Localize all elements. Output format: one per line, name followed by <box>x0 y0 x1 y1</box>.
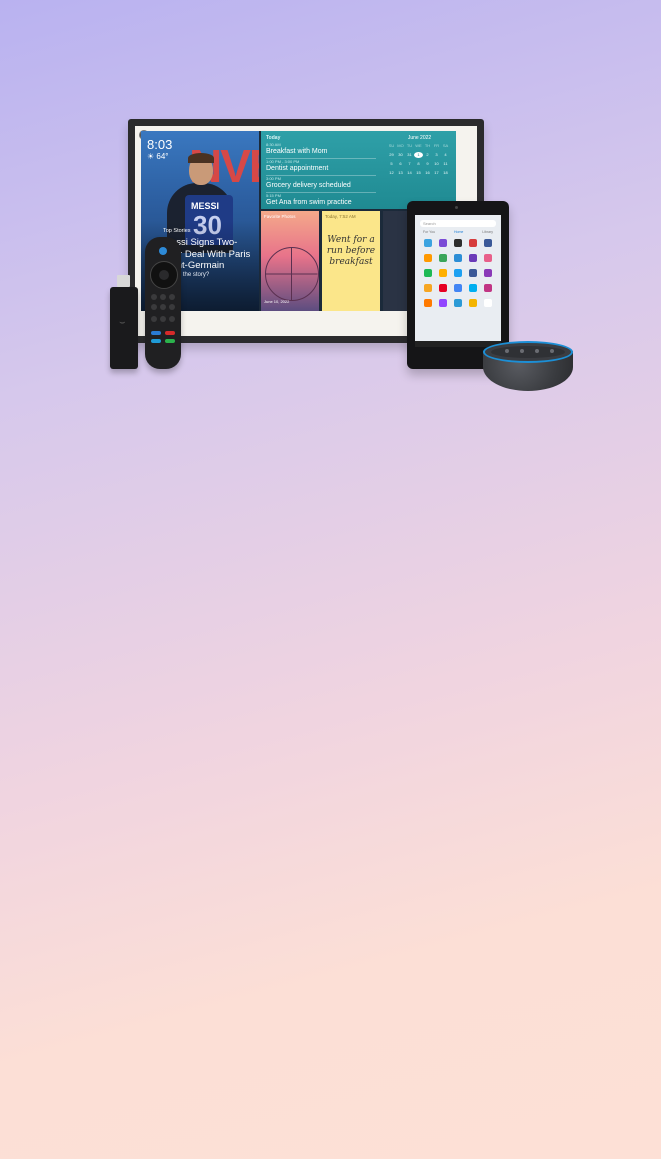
back-button-icon <box>151 294 157 300</box>
volume-up-icon <box>550 349 554 353</box>
tab-home[interactable]: Home <box>454 230 463 234</box>
app-icon[interactable] <box>468 284 477 292</box>
photos-card[interactable]: Favorite Photos June 10, 2022 <box>261 211 319 311</box>
ferris-wheel-image <box>265 247 319 301</box>
app-icon[interactable] <box>424 284 433 292</box>
calendar-selected-day: 1 <box>414 152 423 158</box>
app-icon[interactable] <box>439 269 448 277</box>
event-item[interactable]: 1:00 PM - 3:00 PM Dentist appointment <box>266 159 328 172</box>
tablet-tabs: For You Home Library <box>423 230 493 234</box>
alexa-mic-icon <box>159 247 167 255</box>
photos-date: June 10, 2022 <box>264 299 290 304</box>
play-pause-button-icon <box>160 304 166 310</box>
app-icon[interactable] <box>424 254 433 262</box>
alexa-voice-remote <box>145 237 181 369</box>
volume-down-icon <box>505 349 509 353</box>
mute-button-icon <box>160 316 166 322</box>
app-icon[interactable] <box>424 239 433 247</box>
app-icon[interactable] <box>439 254 448 262</box>
home-button-icon <box>160 294 166 300</box>
app-icon[interactable] <box>468 254 477 262</box>
app-icon[interactable] <box>439 239 448 247</box>
hdmi-plug <box>117 275 130 287</box>
clock-time: 8:03 <box>147 137 173 152</box>
volume-button-icon <box>151 316 157 322</box>
news-tag: Top Stories <box>163 228 191 234</box>
weather-temp: ☀ 64° <box>147 152 169 161</box>
fire-tv-stick-device: ⌣ <box>110 275 138 369</box>
app-icon[interactable] <box>439 284 448 292</box>
note-timestamp: Today, 7:52 AM <box>325 214 356 219</box>
app-icon[interactable] <box>483 269 492 277</box>
netflix-button-icon <box>165 331 175 335</box>
rewind-button-icon <box>151 304 157 310</box>
app-icon[interactable] <box>483 239 492 247</box>
disney-button-icon <box>151 339 161 343</box>
sticky-note-card[interactable]: Today, 7:52 AM Went for a run before bre… <box>322 211 380 311</box>
hulu-button-icon <box>165 339 175 343</box>
mic-off-icon <box>535 349 539 353</box>
photos-label: Favorite Photos <box>264 214 296 219</box>
fast-forward-button-icon <box>169 304 175 310</box>
app-grid <box>421 239 495 307</box>
calendar-grid: SU MO TU WE TH FR SA 29 30 31 1 2 3 4 5 … <box>388 143 449 175</box>
app-icon[interactable] <box>468 239 477 247</box>
menu-button-icon <box>169 294 175 300</box>
app-icon[interactable] <box>453 254 462 262</box>
app-icon[interactable] <box>453 239 462 247</box>
app-icon[interactable] <box>453 269 462 277</box>
tablet-camera-icon <box>455 206 458 209</box>
echo-dot-device <box>483 341 573 391</box>
app-icon[interactable] <box>483 299 492 307</box>
tab-for-you[interactable]: For You <box>423 230 435 234</box>
app-icon[interactable] <box>424 269 433 277</box>
action-button-icon <box>520 349 524 353</box>
event-item[interactable]: 3:00 PM Grocery delivery scheduled <box>266 176 351 189</box>
mini-calendar: June 2022 SU MO TU WE TH FR SA 29 30 31 … <box>387 135 452 176</box>
echo-dot-light-ring <box>483 341 573 363</box>
note-text: Went for a run before breakfast <box>326 235 376 267</box>
today-card[interactable]: Today 8:30 AM Breakfast with Mom 1:00 PM… <box>261 131 456 209</box>
app-icon[interactable] <box>453 299 462 307</box>
app-icon[interactable] <box>468 269 477 277</box>
event-item[interactable]: 5:15 PM Get Ana from swim practice <box>266 193 352 206</box>
app-icon[interactable] <box>483 254 492 262</box>
event-item[interactable]: 8:30 AM Breakfast with Mom <box>266 142 327 155</box>
tablet-search-input[interactable]: Search <box>420 220 496 227</box>
app-icon[interactable] <box>483 284 492 292</box>
app-icon[interactable] <box>453 284 462 292</box>
tablet-screen: Search For You Home Library <box>415 215 501 347</box>
app-icon[interactable] <box>424 299 433 307</box>
today-heading: Today <box>266 135 281 141</box>
app-icon[interactable] <box>439 299 448 307</box>
prime-video-button-icon <box>151 331 161 335</box>
calendar-title: June 2022 <box>407 135 432 141</box>
navigation-ring <box>150 261 178 289</box>
app-icon[interactable] <box>468 299 477 307</box>
guide-button-icon <box>169 316 175 322</box>
tab-library[interactable]: Library <box>482 230 493 234</box>
amazon-smile-icon: ⌣ <box>119 317 126 328</box>
